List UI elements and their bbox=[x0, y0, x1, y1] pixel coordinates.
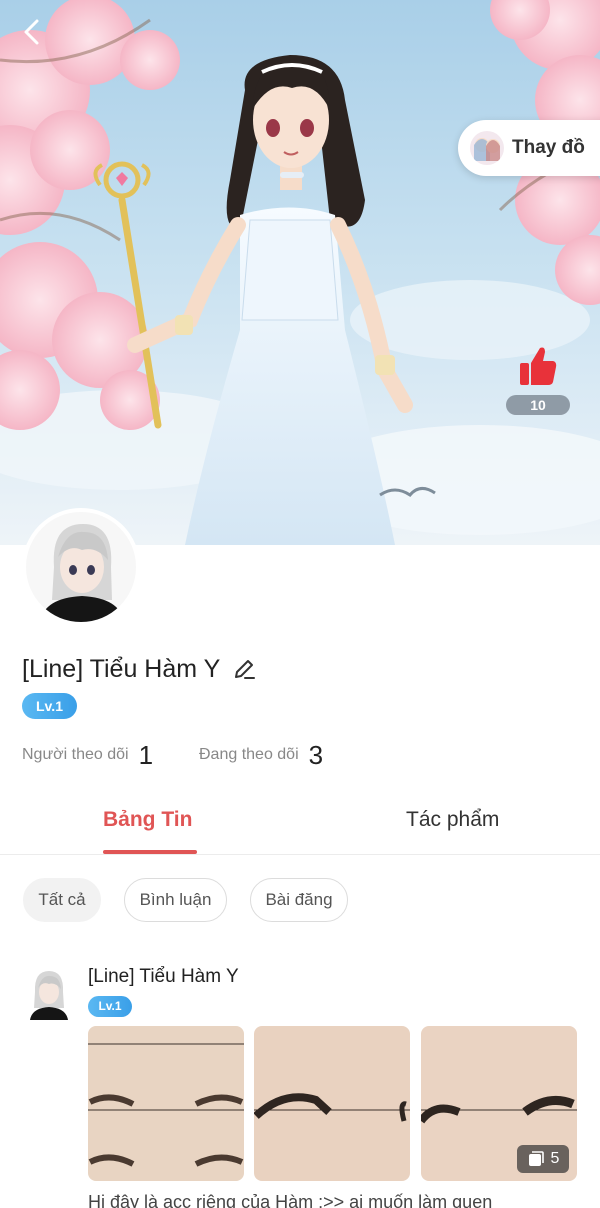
like-button[interactable]: 10 bbox=[506, 345, 570, 417]
change-outfit-label: Thay đồ bbox=[512, 137, 585, 158]
change-outfit-button[interactable]: Thay đồ bbox=[458, 120, 600, 176]
tab-feed[interactable]: Bảng Tin bbox=[103, 808, 192, 844]
profile-name-row: [Line] Tiểu Hàm Y bbox=[22, 652, 258, 686]
profile-cover-banner: Thay đồ 10 bbox=[0, 0, 600, 545]
tabs-divider bbox=[0, 854, 600, 855]
back-arrow-icon bbox=[24, 19, 39, 45]
filter-all-chip[interactable]: Tất cả bbox=[23, 878, 101, 922]
followers-label: Người theo dõi bbox=[22, 746, 129, 763]
post-text[interactable]: Hi đây là acc riêng của Hàm :>> ai muốn … bbox=[88, 1192, 588, 1208]
following-stat[interactable]: Đang theo dõi 3 bbox=[199, 738, 323, 772]
filter-comments-chip[interactable]: Bình luận bbox=[124, 878, 227, 922]
image-count: 5 bbox=[550, 1150, 560, 1167]
followers-count: 1 bbox=[138, 739, 154, 770]
post-image-2[interactable] bbox=[254, 1026, 410, 1181]
image-stack-icon bbox=[528, 1151, 544, 1166]
post-author-avatar[interactable] bbox=[26, 966, 72, 1020]
image-count-badge: 5 bbox=[517, 1145, 569, 1173]
cover-character-illustration bbox=[0, 0, 600, 545]
tab-works[interactable]: Tác phẩm bbox=[406, 808, 499, 844]
profile-level-badge: Lv.1 bbox=[22, 693, 77, 719]
following-label: Đang theo dõi bbox=[199, 746, 299, 763]
outfit-avatar-icon bbox=[470, 131, 504, 165]
following-count: 3 bbox=[308, 739, 324, 770]
profile-name: [Line] Tiểu Hàm Y bbox=[22, 654, 221, 683]
post-author-name[interactable]: [Line] Tiểu Hàm Y bbox=[88, 966, 239, 988]
post-image-3[interactable]: 5 bbox=[421, 1026, 577, 1181]
post-author-level-badge: Lv.1 bbox=[88, 996, 132, 1017]
back-button[interactable] bbox=[14, 14, 50, 50]
filter-posts-chip[interactable]: Bài đăng bbox=[250, 878, 348, 922]
thumbs-up-icon bbox=[520, 347, 557, 385]
avatar-image bbox=[26, 512, 136, 622]
like-count: 10 bbox=[506, 395, 570, 415]
profile-avatar[interactable] bbox=[22, 508, 140, 626]
post-image-1[interactable] bbox=[88, 1026, 244, 1181]
followers-stat[interactable]: Người theo dõi 1 bbox=[22, 738, 153, 772]
edit-pencil-icon[interactable] bbox=[232, 656, 258, 682]
